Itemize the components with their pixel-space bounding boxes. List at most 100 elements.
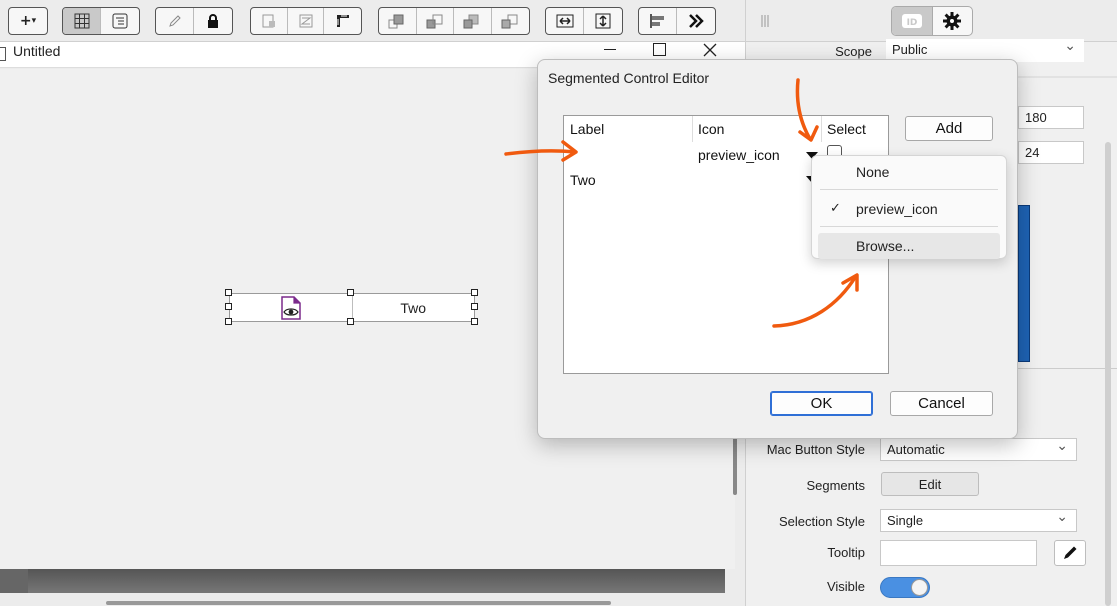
- canvas-bottom-tray: [0, 569, 725, 593]
- resize-handle[interactable]: [471, 289, 478, 296]
- ruler-button[interactable]: [324, 8, 361, 34]
- add-group: + ▾: [8, 7, 48, 35]
- checkmark-icon: ✓: [830, 201, 841, 216]
- menu-item-label: None: [856, 164, 890, 180]
- id-icon: ID: [901, 14, 922, 28]
- inspector-scrollbar[interactable]: [1105, 142, 1111, 606]
- menu-item-browse[interactable]: Browse...: [818, 233, 1000, 259]
- tooltip-edit-button[interactable]: [1054, 540, 1086, 566]
- outline-icon: [112, 13, 128, 29]
- row-2-label[interactable]: Two: [570, 172, 596, 188]
- mac-button-style-select[interactable]: Automatic: [880, 438, 1077, 461]
- icon-dropdown-menu: None ✓ preview_icon Browse...: [811, 155, 1007, 259]
- edit-button[interactable]: [156, 8, 194, 34]
- column-separator: [692, 116, 693, 142]
- selection-style-value: Single: [887, 513, 924, 528]
- maximize-icon[interactable]: [653, 43, 666, 56]
- close-icon[interactable]: [702, 42, 718, 58]
- bring-to-front-button[interactable]: [379, 8, 417, 34]
- resize-handle[interactable]: [471, 318, 478, 325]
- pen-icon: [1064, 546, 1077, 559]
- send-backward-icon: [463, 14, 479, 29]
- arrange-group: [250, 7, 362, 35]
- tooltip-label: Tooltip: [827, 545, 865, 560]
- scope-value: Public: [892, 42, 928, 57]
- resize-handle[interactable]: [347, 318, 354, 325]
- bring-forward-button[interactable]: [417, 8, 454, 34]
- selection-color-bar: [1018, 205, 1030, 362]
- inspector-header: ID: [745, 0, 1117, 42]
- settings-tab[interactable]: [933, 7, 973, 35]
- resize-handle[interactable]: [225, 289, 232, 296]
- menu-separator: [820, 226, 998, 227]
- width-arrows-icon: [556, 14, 573, 28]
- lock-position-button[interactable]: [251, 8, 288, 34]
- segments-label: Segments: [806, 478, 865, 493]
- bring-forward-icon: [426, 14, 443, 29]
- minimize-icon[interactable]: [604, 49, 616, 50]
- dialog-title: Segmented Control Editor: [548, 70, 710, 86]
- menu-item-label: Browse...: [856, 238, 915, 254]
- resize-handle[interactable]: [347, 289, 354, 296]
- more-tools-button[interactable]: [677, 8, 715, 34]
- tooltip-field[interactable]: [880, 540, 1037, 566]
- segment-one[interactable]: [230, 294, 352, 321]
- menu-item-label: preview_icon: [856, 201, 938, 217]
- view-group: [62, 7, 140, 35]
- page-lock-icon: [262, 14, 275, 28]
- send-back-icon: [501, 14, 518, 29]
- send-backward-button[interactable]: [454, 8, 492, 34]
- visible-label: Visible: [826, 579, 865, 594]
- drag-grip-icon[interactable]: [760, 14, 770, 28]
- match-width-button[interactable]: [546, 8, 584, 34]
- toggle-knob: [911, 579, 928, 596]
- id-tab[interactable]: ID: [892, 7, 933, 35]
- scope-label: Scope: [835, 44, 872, 59]
- resize-handle[interactable]: [471, 303, 478, 310]
- column-separator: [821, 116, 822, 142]
- ruler-icon: [336, 15, 349, 27]
- mac-button-style-label: Mac Button Style: [766, 442, 865, 457]
- ok-button[interactable]: OK: [770, 391, 873, 416]
- visible-toggle[interactable]: [880, 577, 930, 598]
- document-icon: [0, 47, 6, 61]
- mac-button-style-value: Automatic: [887, 442, 945, 457]
- menu-item-none[interactable]: None: [818, 159, 1000, 185]
- column-header-label[interactable]: Label: [570, 121, 604, 137]
- step-button[interactable]: [288, 8, 325, 34]
- resize-handle[interactable]: [225, 303, 232, 310]
- step-icon: [299, 14, 312, 28]
- segments-edit-button[interactable]: Edit: [881, 472, 979, 496]
- resize-handle[interactable]: [225, 318, 232, 325]
- bring-front-icon: [388, 14, 404, 29]
- selection-style-select[interactable]: Single: [880, 509, 1077, 532]
- section-divider: [1018, 368, 1117, 369]
- width-field[interactable]: 180: [1018, 106, 1084, 129]
- cancel-button[interactable]: Cancel: [890, 391, 993, 416]
- document-title: Untitled: [13, 43, 61, 59]
- row-1-icon[interactable]: preview_icon: [698, 147, 780, 163]
- menu-separator: [820, 189, 998, 190]
- outline-button[interactable]: [101, 8, 139, 34]
- height-field[interactable]: 24: [1018, 141, 1084, 164]
- column-header-icon[interactable]: Icon: [698, 121, 724, 137]
- add-item-button[interactable]: + ▾: [9, 8, 47, 34]
- lock-button[interactable]: [194, 8, 232, 34]
- segment-two[interactable]: Two: [351, 294, 475, 321]
- menu-item-preview-icon[interactable]: ✓ preview_icon: [818, 196, 1000, 222]
- grid-icon: [74, 13, 89, 29]
- gear-icon: [943, 12, 962, 30]
- align-group: [638, 7, 716, 35]
- grid-toggle-button[interactable]: [63, 8, 101, 34]
- match-height-button[interactable]: [584, 8, 622, 34]
- height-arrows-icon: [595, 13, 611, 29]
- main-toolbar: + ▾: [0, 0, 745, 42]
- horizontal-scrollbar[interactable]: [106, 601, 611, 605]
- add-button[interactable]: Add: [905, 116, 993, 141]
- send-to-back-button[interactable]: [492, 8, 529, 34]
- inspector-mode-switch: ID: [891, 6, 973, 36]
- order-group: [378, 7, 530, 35]
- lock-icon: [208, 14, 218, 28]
- column-header-select[interactable]: Select: [827, 121, 866, 137]
- align-button[interactable]: [639, 8, 677, 34]
